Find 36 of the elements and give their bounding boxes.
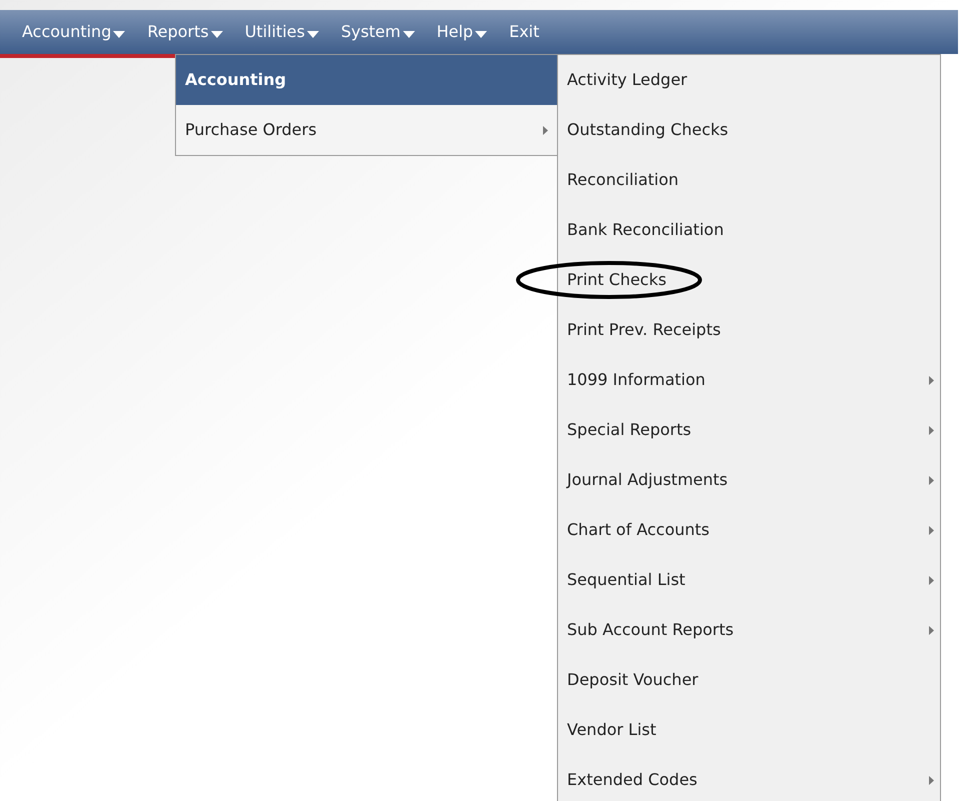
menu-item[interactable]: Sub Account Reports — [558, 605, 940, 655]
submenu-arrow-icon — [929, 376, 934, 384]
menu-item[interactable]: Accounting — [176, 55, 557, 105]
menu-item[interactable]: 1099 Information — [558, 355, 940, 405]
caret-icon — [210, 30, 223, 38]
menu-item[interactable]: Print Prev. Receipts — [558, 305, 940, 355]
menu-bar-item[interactable]: Utilities — [244, 20, 319, 44]
submenu-arrow-icon — [543, 126, 548, 134]
submenu-arrow-icon — [929, 626, 934, 634]
caret-icon — [475, 30, 488, 38]
menu-item[interactable]: Activity Ledger — [558, 55, 940, 105]
menu-item[interactable]: Chart of Accounts — [558, 505, 940, 555]
submenu-arrow-icon — [929, 576, 934, 584]
menu-item[interactable]: Special Reports — [558, 405, 940, 455]
menu-item[interactable]: Sequential List — [558, 555, 940, 605]
submenu-arrow-icon — [929, 526, 934, 534]
caret-icon — [402, 30, 415, 38]
menu-item[interactable]: Extended Codes — [558, 755, 940, 801]
menu-item[interactable]: Journal Adjustments — [558, 455, 940, 505]
menu-bar-item[interactable]: Accounting — [22, 20, 126, 44]
submenu-arrow-icon — [929, 476, 934, 484]
menu-item[interactable]: Reconciliation — [558, 155, 940, 205]
caret-icon — [113, 30, 126, 38]
menu-bar-item[interactable]: Exit — [509, 20, 540, 44]
menu-item[interactable]: Bank Reconciliation — [558, 205, 940, 255]
menu-item[interactable]: Deposit Voucher — [558, 655, 940, 705]
menu-item[interactable]: Print Checks — [558, 255, 940, 305]
menu-bar-item[interactable]: Reports — [147, 20, 223, 44]
menu-item[interactable]: Vendor List — [558, 705, 940, 755]
submenu-arrow-icon — [929, 776, 934, 784]
menu-item[interactable]: Outstanding Checks — [558, 105, 940, 155]
menu-bar-item[interactable]: Help — [436, 20, 488, 44]
menu-item[interactable]: Purchase Orders — [176, 105, 557, 155]
submenu-arrow-icon — [929, 426, 934, 434]
menu-bar-item[interactable]: System — [340, 20, 415, 44]
caret-icon — [306, 30, 319, 38]
